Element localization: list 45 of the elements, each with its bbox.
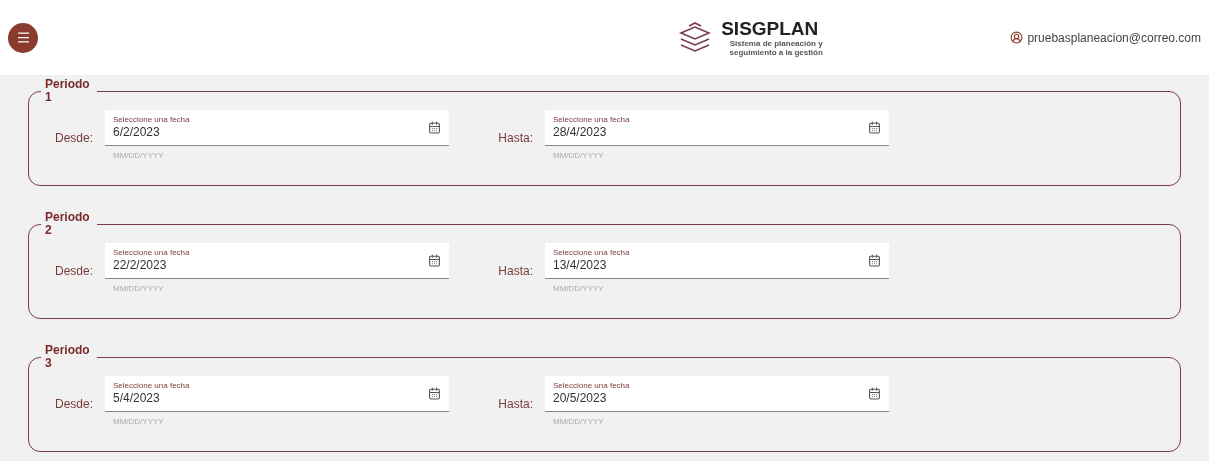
date-field[interactable]: Seleccione una fecha 6/2/2023 <box>105 110 449 146</box>
helper-text: MM/DD/YYYY <box>552 150 605 162</box>
period-legend: Periodo 2 <box>41 211 97 237</box>
date-field[interactable]: Seleccione una fecha 20/5/2023 <box>545 376 889 412</box>
helper-text: MM/DD/YYYY <box>112 416 165 428</box>
field-label: Hasta: <box>497 130 534 147</box>
user-email[interactable]: pruebasplaneacion@correo.com <box>1027 28 1201 47</box>
date-value: 5/4/2023 <box>113 391 161 406</box>
helper-text: MM/DD/YYYY <box>552 283 605 295</box>
menu-button[interactable] <box>8 22 38 53</box>
date-value: 6/2/2023 <box>113 125 161 140</box>
field-label: Hasta: <box>497 396 534 413</box>
date-value: 13/4/2023 <box>553 258 608 273</box>
app-subtitle: Sistema de planeación y seguimiento a la gestión <box>728 38 824 57</box>
date-value: 20/5/2023 <box>553 391 608 406</box>
floating-label: Seleccione una fecha <box>553 381 631 391</box>
helper-text: MM/DD/YYYY <box>112 150 165 162</box>
field-label: Desde: <box>53 130 94 147</box>
helper-text: MM/DD/YYYY <box>552 416 605 428</box>
calendar-icon[interactable] <box>868 121 881 134</box>
floating-label: Seleccione una fecha <box>553 115 631 125</box>
date-value: 28/4/2023 <box>553 125 608 140</box>
app-name: SISGPLAN <box>721 18 820 39</box>
calendar-icon[interactable] <box>868 387 881 400</box>
floating-label: Seleccione una fecha <box>113 248 191 258</box>
menu-icon <box>15 30 31 45</box>
date-field[interactable]: Seleccione una fecha 28/4/2023 <box>545 110 889 146</box>
date-field[interactable]: Seleccione una fecha 22/2/2023 <box>105 243 449 279</box>
field-label: Hasta: <box>497 263 534 280</box>
period-legend: Periodo 3 <box>41 344 97 370</box>
calendar-icon[interactable] <box>428 254 441 267</box>
calendar-icon[interactable] <box>868 254 881 267</box>
date-field[interactable]: Seleccione una fecha 13/4/2023 <box>545 243 889 279</box>
date-value: 22/2/2023 <box>113 258 168 273</box>
floating-label: Seleccione una fecha <box>113 115 191 125</box>
user-icon <box>1010 31 1024 44</box>
calendar-icon[interactable] <box>428 387 441 400</box>
field-label: Desde: <box>53 263 94 280</box>
period-legend: Periodo 1 <box>41 78 97 104</box>
calendar-icon[interactable] <box>428 121 441 134</box>
helper-text: MM/DD/YYYY <box>112 283 165 295</box>
floating-label: Seleccione una fecha <box>113 381 191 391</box>
floating-label: Seleccione una fecha <box>553 248 631 258</box>
field-label: Desde: <box>53 396 94 413</box>
date-field[interactable]: Seleccione una fecha 5/4/2023 <box>105 376 449 412</box>
